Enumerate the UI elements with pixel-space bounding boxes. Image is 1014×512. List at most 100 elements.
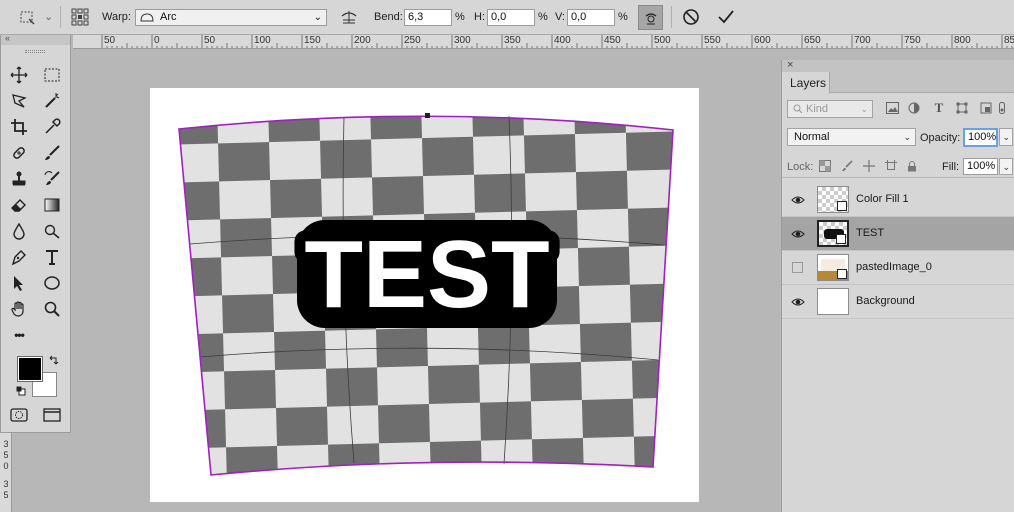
quick-mask-icon[interactable] — [7, 404, 31, 426]
eyedropper-tool-icon[interactable] — [40, 116, 64, 138]
ruler-label: 0 — [3, 461, 9, 471]
gradient-tool-icon[interactable] — [40, 194, 64, 216]
hand-tool-icon[interactable] — [7, 298, 31, 320]
ruler-label: 350 — [504, 35, 521, 46]
ruler-label: 50 — [204, 35, 216, 46]
ruler-label: 450 — [604, 35, 621, 46]
opacity-input[interactable]: 100% — [963, 128, 998, 147]
filter-type-icon[interactable]: T — [931, 100, 947, 116]
crop-tool-icon[interactable] — [7, 116, 31, 138]
vertical-ruler: 3 5 0 3 5 — [0, 432, 12, 512]
ruler-label: 700 — [854, 35, 871, 46]
smart-object-badge-icon — [836, 234, 846, 244]
pen-tool-icon[interactable] — [7, 246, 31, 268]
filter-pixel-icon[interactable] — [884, 100, 900, 116]
zoom-tool-icon[interactable] — [40, 298, 64, 320]
layer-filter-row: Kind ⌄ T — [782, 100, 1014, 120]
collapse-icon[interactable]: « — [5, 33, 10, 43]
move-tool-icon[interactable] — [7, 64, 31, 86]
dodge-tool-icon[interactable] — [40, 220, 64, 242]
lock-image-pixels-icon[interactable] — [839, 158, 855, 174]
commit-transform-icon[interactable] — [715, 6, 737, 28]
clone-stamp-tool-icon[interactable] — [7, 168, 31, 190]
horizontal-distortion-input[interactable]: 0,0 — [487, 9, 535, 26]
path-selection-tool-icon[interactable] — [7, 272, 31, 294]
chevron-down-icon: ⌄ — [860, 104, 868, 114]
filter-shape-icon[interactable] — [954, 100, 970, 116]
bend-label: Bend: — [374, 11, 403, 23]
fill-input[interactable]: 100% — [963, 158, 998, 175]
layer-row[interactable]: TEST — [782, 217, 1014, 251]
more-tools-icon[interactable]: ••• — [7, 324, 31, 346]
lock-position-icon[interactable] — [861, 158, 877, 174]
visibility-toggle-off[interactable] — [792, 262, 803, 273]
blur-tool-icon[interactable] — [7, 220, 31, 242]
foreground-color-swatch[interactable] — [17, 356, 43, 382]
test-text: TEST — [304, 221, 549, 328]
ruler-label: 0 — [154, 35, 160, 46]
ruler-label: 500 — [654, 35, 671, 46]
filter-toggle-icon[interactable] — [997, 100, 1007, 116]
lock-transparent-pixels-icon[interactable] — [817, 158, 833, 174]
change-warp-orientation-icon[interactable] — [338, 6, 360, 28]
chevron-down-icon: ⌄ — [903, 132, 911, 142]
chevron-down-icon: ⌄ — [313, 12, 322, 23]
document-canvas[interactable]: TEST TEST — [150, 88, 699, 502]
eraser-tool-icon[interactable] — [7, 194, 31, 216]
layers-tab-bar: Layers — [782, 72, 1014, 94]
tab-layers[interactable]: Layers — [782, 72, 830, 94]
warp-style-select[interactable]: Arc ⌄ — [135, 9, 327, 26]
brush-tool-icon[interactable] — [40, 142, 64, 164]
drag-grip-icon[interactable] — [25, 50, 45, 53]
transform-tool-icon[interactable] — [16, 6, 38, 28]
layer-row[interactable]: pastedImage_0 — [782, 251, 1014, 285]
filter-kind-select[interactable]: Kind ⌄ — [787, 100, 873, 118]
vertical-distortion-input[interactable]: 0,0 — [567, 9, 615, 26]
lasso-tool-icon[interactable] — [7, 90, 31, 112]
layer-name[interactable]: pastedImage_0 — [856, 261, 932, 273]
layer-name[interactable]: Background — [856, 295, 915, 307]
layer-name[interactable]: TEST — [856, 227, 884, 239]
toolbox-header[interactable]: « — [1, 33, 70, 45]
opacity-dropdown[interactable]: ⌄ — [999, 128, 1013, 146]
layers-panel-header[interactable]: × — [782, 59, 1014, 72]
blend-mode-value: Normal — [794, 131, 830, 143]
type-tool-icon[interactable] — [40, 246, 64, 268]
layer-thumbnail — [817, 186, 849, 213]
history-brush-tool-icon[interactable] — [40, 168, 64, 190]
filter-smart-object-icon[interactable] — [978, 100, 994, 116]
filter-adjustment-icon[interactable] — [906, 100, 922, 116]
layer-name[interactable]: Color Fill 1 — [856, 193, 909, 205]
marquee-tool-icon[interactable] — [40, 64, 64, 86]
swap-colors-icon[interactable] — [48, 354, 60, 366]
warped-checkerboard[interactable]: TEST TEST — [150, 88, 699, 502]
puppet-warp-toggle-icon[interactable] — [638, 5, 663, 30]
chevron-down-icon: ⌄ — [1002, 162, 1010, 172]
ruler-label: 800 — [954, 35, 971, 46]
blend-mode-select[interactable]: Normal ⌄ — [787, 128, 916, 146]
layers-panel: × Layers Kind ⌄ T Normal ⌄ Opacity: 100%… — [781, 59, 1014, 512]
quick-selection-tool-icon[interactable] — [40, 90, 64, 112]
screen-mode-icon[interactable] — [40, 404, 64, 426]
test-text-layer[interactable]: TEST TEST — [293, 210, 560, 339]
ellipse-tool-icon[interactable] — [40, 272, 64, 294]
default-colors-icon[interactable] — [16, 386, 26, 396]
fill-dropdown[interactable]: ⌄ — [999, 158, 1013, 175]
lock-all-icon[interactable] — [904, 158, 920, 174]
visibility-eye-icon[interactable] — [791, 227, 805, 241]
ruler-label: 3 — [3, 479, 9, 489]
reference-point-grid-icon[interactable] — [69, 6, 91, 28]
visibility-eye-icon[interactable] — [791, 295, 805, 309]
lock-artboard-icon[interactable] — [883, 158, 899, 174]
layer-row[interactable]: Color Fill 1 — [782, 183, 1014, 217]
tool-preset-chevron-icon[interactable]: ⌄ — [44, 10, 53, 24]
close-icon[interactable]: × — [787, 59, 793, 71]
healing-brush-tool-icon[interactable] — [7, 142, 31, 164]
fill-label: Fill: — [942, 161, 960, 173]
layer-row[interactable]: Background — [782, 285, 1014, 319]
visibility-eye-icon[interactable] — [791, 193, 805, 207]
warp-handle[interactable] — [425, 113, 430, 118]
ruler-label: 750 — [904, 35, 921, 46]
cancel-transform-icon[interactable] — [680, 6, 702, 28]
bend-input[interactable]: 6,3 — [404, 9, 452, 26]
